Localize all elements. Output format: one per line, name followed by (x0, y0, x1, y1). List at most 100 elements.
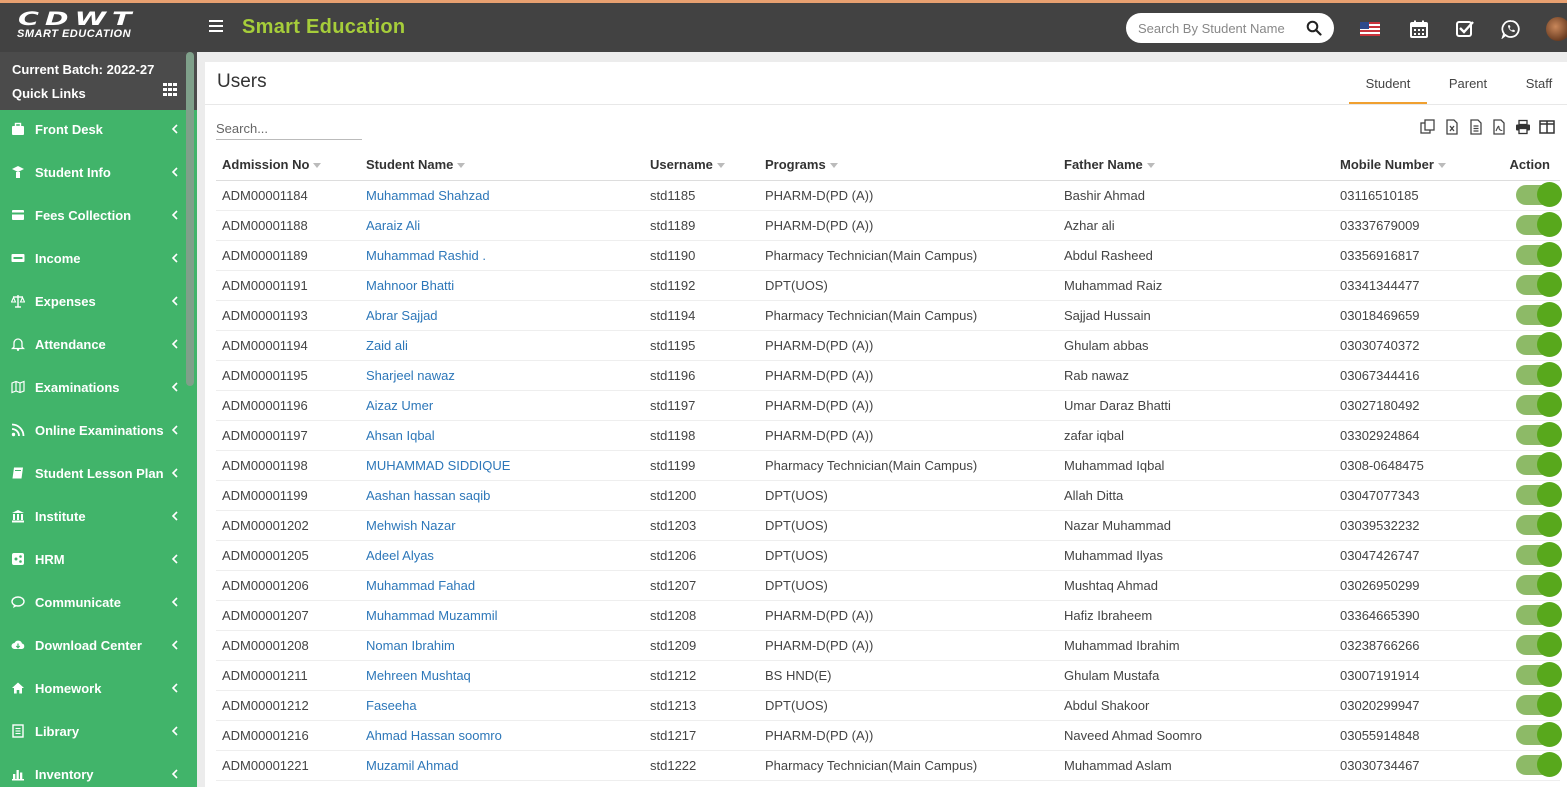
task-check-icon[interactable] (1455, 19, 1475, 39)
active-toggle[interactable] (1516, 482, 1562, 507)
active-toggle[interactable] (1516, 392, 1562, 417)
sidebar-item-library[interactable]: Library (0, 710, 186, 753)
sidebar-scrollbar[interactable] (186, 52, 194, 386)
active-toggle[interactable] (1516, 632, 1562, 657)
active-toggle[interactable] (1516, 422, 1562, 447)
quick-links-label[interactable]: Quick Links (12, 86, 86, 101)
cell-student-name[interactable]: Ahmad Hassan soomro (360, 720, 644, 751)
sidebar-item-hrm[interactable]: HRM (0, 538, 186, 581)
active-toggle[interactable] (1516, 752, 1562, 777)
tab-staff[interactable]: Staff (1507, 62, 1567, 105)
cell-student-name[interactable]: Mehreen Mushtaq (360, 660, 644, 691)
cell-student-name[interactable]: Faseeha (360, 690, 644, 721)
calendar-icon[interactable] (1409, 19, 1429, 39)
search-icon[interactable] (1306, 20, 1322, 36)
cell-student-name[interactable]: Muhammad Fahad (360, 570, 644, 601)
active-toggle[interactable] (1516, 722, 1562, 747)
cell-student-name[interactable]: Aaraiz Ali (360, 210, 644, 241)
active-toggle[interactable] (1516, 302, 1562, 327)
sidebar-item-homework[interactable]: Homework (0, 667, 186, 710)
cell-student-name[interactable]: Muzamil Ahmad (360, 750, 644, 781)
whatsapp-icon[interactable] (1501, 19, 1521, 39)
columns-icon[interactable] (1539, 119, 1555, 135)
active-toggle[interactable] (1516, 182, 1562, 207)
cell-student-name[interactable]: Aizaz Umer (360, 390, 644, 421)
user-avatar[interactable] (1546, 17, 1567, 41)
sidebar-item-download-center[interactable]: Download Center (0, 624, 186, 667)
cell-student-name[interactable]: Mehwish Nazar (360, 510, 644, 541)
cell-student-name[interactable]: Ahsan Iqbal (360, 420, 644, 451)
column-header-programs[interactable]: Programs (759, 149, 1058, 181)
active-toggle[interactable] (1516, 512, 1562, 537)
cell-student-name[interactable]: Muhammad Shahzad (360, 180, 644, 211)
active-toggle[interactable] (1516, 452, 1562, 477)
active-toggle[interactable] (1516, 272, 1562, 297)
cell-student-name[interactable]: Muhammad Muzammil (360, 600, 644, 631)
cell-father-name: zafar iqbal (1058, 420, 1334, 451)
column-header-father-name[interactable]: Father Name (1058, 149, 1334, 181)
us-flag-icon[interactable] (1360, 22, 1380, 36)
csv-icon[interactable] (1468, 119, 1484, 135)
top-bar: CDWT SMART EDUCATION Smart Education (0, 0, 1567, 52)
pdf-icon[interactable] (1491, 119, 1507, 135)
active-toggle[interactable] (1516, 692, 1562, 717)
excel-icon[interactable] (1444, 119, 1460, 135)
cell-student-name[interactable]: Muhammad Rashid . (360, 240, 644, 271)
sidebar-item-fees-collection[interactable]: Fees Collection (0, 194, 186, 237)
cell-username: std1199 (644, 450, 759, 481)
student-search-input[interactable] (1138, 20, 1294, 37)
sidebar-item-inventory[interactable]: Inventory (0, 753, 186, 787)
active-toggle[interactable] (1516, 572, 1562, 597)
active-toggle[interactable] (1516, 242, 1562, 267)
tab-student[interactable]: Student (1349, 62, 1427, 105)
cell-student-name[interactable]: Sharjeel nawaz (360, 360, 644, 391)
menu-toggle-icon[interactable] (209, 20, 223, 34)
sidebar-item-student-lesson-plan[interactable]: Student Lesson Plan (0, 452, 186, 495)
grid-icon[interactable] (163, 83, 177, 96)
active-toggle[interactable] (1516, 212, 1562, 237)
cell-admission-no: ADM00001194 (216, 330, 360, 361)
cell-student-name[interactable]: Noman Ibrahim (360, 630, 644, 661)
cell-mobile-number: 03341344477 (1334, 270, 1484, 301)
sidebar-item-attendance[interactable]: Attendance (0, 323, 186, 366)
active-toggle[interactable] (1516, 662, 1562, 687)
column-header-student-name[interactable]: Student Name (360, 149, 644, 181)
sidebar-item-student-info[interactable]: Student Info (0, 151, 186, 194)
logo[interactable]: CDWT SMART EDUCATION (0, 3, 196, 52)
cell-mobile-number: 03302924864 (1334, 420, 1484, 451)
column-header-admission-no[interactable]: Admission No (216, 149, 360, 181)
toggle-knob (1537, 602, 1562, 627)
tab-parent[interactable]: Parent (1431, 62, 1505, 105)
cell-student-name[interactable]: Mahnoor Bhatti (360, 270, 644, 301)
cell-action (1484, 420, 1562, 451)
sidebar-item-income[interactable]: Income (0, 237, 186, 280)
cell-student-name[interactable]: MUHAMMAD SIDDIQUE (360, 450, 644, 481)
sidebar-item-communicate[interactable]: Communicate (0, 581, 186, 624)
cell-mobile-number: 03337679009 (1334, 210, 1484, 241)
cell-student-name[interactable]: Zaid ali (360, 330, 644, 361)
sidebar-item-front-desk[interactable]: Front Desk (0, 108, 186, 151)
toggle-knob (1537, 482, 1562, 507)
copy-icon[interactable] (1420, 119, 1436, 135)
cell-student-name[interactable]: Adeel Alyas (360, 540, 644, 571)
active-toggle[interactable] (1516, 602, 1562, 627)
toggle-knob (1537, 332, 1562, 357)
sidebar-item-expenses[interactable]: Expenses (0, 280, 186, 323)
sidebar-item-examinations[interactable]: Examinations (0, 366, 186, 409)
active-toggle[interactable] (1516, 542, 1562, 567)
toggle-knob (1537, 752, 1562, 777)
active-toggle[interactable] (1516, 362, 1562, 387)
cell-program: Pharmacy Technician(Main Campus) (759, 240, 1058, 271)
sidebar-item-online-examinations[interactable]: Online Examinations (0, 409, 186, 452)
cell-mobile-number: 03067344416 (1334, 360, 1484, 391)
divider (205, 104, 1567, 105)
print-icon[interactable] (1515, 119, 1531, 135)
table-search-input[interactable] (216, 118, 362, 140)
column-header-mobile-number[interactable]: Mobile Number (1334, 149, 1484, 181)
active-toggle[interactable] (1516, 332, 1562, 357)
cell-student-name[interactable]: Abrar Sajjad (360, 300, 644, 331)
bar-chart-icon (12, 770, 24, 781)
sidebar-item-institute[interactable]: Institute (0, 495, 186, 538)
cell-student-name[interactable]: Aashan hassan saqib (360, 480, 644, 511)
column-header-username[interactable]: Username (644, 149, 759, 181)
